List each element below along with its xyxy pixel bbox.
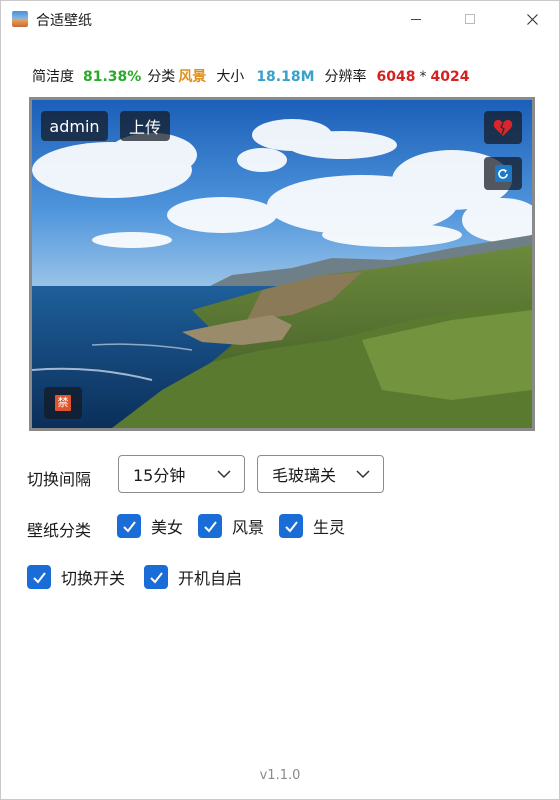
maximize-button[interactable] [447,1,493,37]
interval-select[interactable]: 15分钟 [118,455,245,493]
checkbox[interactable] [117,514,141,538]
check-icon [203,520,217,533]
category-value: 风景 [178,69,207,85]
autostart-label: 开机自启 [178,569,243,588]
chevron-down-icon [217,470,231,479]
title-bar[interactable]: 合适壁纸 [1,1,559,37]
maximize-icon [465,14,475,24]
broken-heart-icon [493,119,513,136]
app-logo-icon [12,11,28,27]
resolution-separator: * [419,69,427,85]
checkbox[interactable] [27,565,51,589]
check-icon [284,520,298,533]
clarity-value: 81.38% [83,69,142,85]
clarity-label: 简洁度 [32,69,74,85]
category-checkbox-creatures[interactable]: 生灵 [279,514,345,538]
category-checkbox-beauty[interactable]: 美女 [117,514,183,538]
category-checkbox-landscape[interactable]: 风景 [198,514,264,538]
app-window: 合适壁纸 简洁度 81.38% 分类 风景 大小 18.18M 分辨率 6048 * 4024 [0,0,560,800]
upload-button[interactable]: 上传 [120,111,170,141]
switch-toggle-checkbox[interactable]: 切换开关 [27,565,125,589]
version-label: v1.1.0 [259,768,301,783]
resolution-width: 6048 [376,69,416,85]
category-beauty-label: 美女 [151,518,184,537]
window-title: 合适壁纸 [36,13,92,29]
admin-button[interactable]: admin [41,111,108,141]
checkbox[interactable] [144,565,168,589]
ban-button[interactable]: 禁 [44,387,82,419]
close-button[interactable] [509,1,555,37]
glass-effect-select[interactable]: 毛玻璃关 [257,455,384,493]
ban-icon: 禁 [55,395,71,411]
wallpaper-preview[interactable]: admin 上传 禁 [29,97,535,431]
check-icon [122,520,136,533]
minimize-icon [411,18,421,20]
dislike-button[interactable] [484,111,522,144]
check-icon [32,571,46,584]
refresh-button[interactable] [484,157,522,190]
interval-label: 切换间隔 [27,470,92,489]
autostart-checkbox[interactable]: 开机自启 [144,565,242,589]
resolution-height: 4024 [430,69,470,85]
wallpaper-image [32,100,532,428]
size-label: 大小 [216,69,245,85]
chevron-down-icon [356,470,370,479]
category-creatures-label: 生灵 [313,518,346,537]
category-section-label: 壁纸分类 [27,521,92,540]
size-value: 18.18M [256,69,315,85]
interval-value: 15分钟 [133,466,186,485]
wallpaper-info-bar: 简洁度 81.38% 分类 风景 大小 18.18M 分辨率 6048 * 4024 [32,66,469,86]
check-icon [149,571,163,584]
resolution-label: 分辨率 [324,69,367,85]
switch-toggle-label: 切换开关 [61,569,126,588]
category-label: 分类 [147,69,176,85]
checkbox[interactable] [279,514,303,538]
minimize-button[interactable] [393,1,439,37]
category-landscape-label: 风景 [232,518,265,537]
checkbox[interactable] [198,514,222,538]
close-icon [526,13,538,25]
glass-effect-value: 毛玻璃关 [272,466,337,485]
refresh-icon [494,165,512,182]
